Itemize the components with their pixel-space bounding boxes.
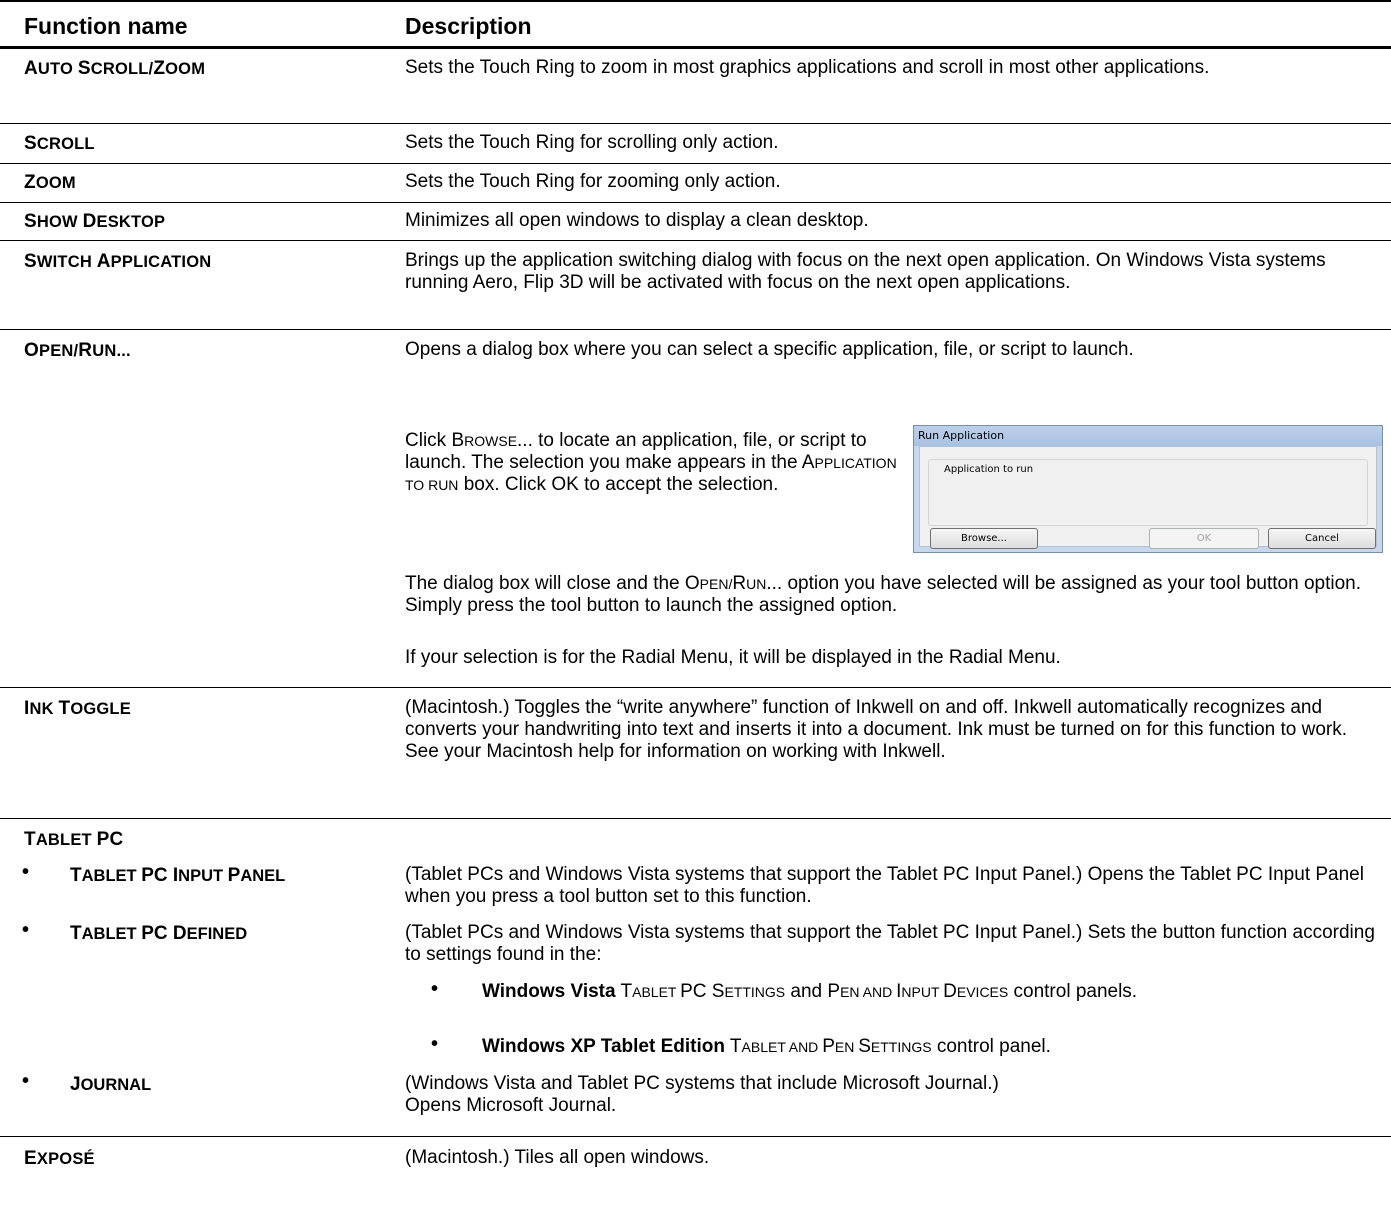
- row-divider: [0, 202, 1391, 203]
- function-expose: EXPOSÉ: [24, 1148, 95, 1169]
- description-expose: (Macintosh.) Tiles all open windows.: [405, 1147, 710, 1168]
- description-open-run: Opens a dialog box where you can select …: [405, 339, 1134, 360]
- run-application-dialog: Run Application Application to run Brows…: [913, 425, 1383, 553]
- description-journal: (Windows Vista and Tablet PC systems tha…: [405, 1073, 999, 1116]
- description-tablet-pc-defined: (Tablet PCs and Windows Vista systems th…: [405, 922, 1375, 965]
- function-tablet-pc-defined: TABLET PC DEFINED: [70, 923, 248, 944]
- function-journal: JOURNAL: [70, 1074, 152, 1095]
- windows-vista-settings: Windows Vista TABLET PC SETTINGS and PEN…: [482, 981, 1138, 1002]
- bullet: •: [22, 1070, 30, 1092]
- bullet: •: [22, 919, 30, 941]
- function-open-run: OPEN/RUN...: [24, 340, 131, 361]
- row-divider: [0, 163, 1391, 164]
- bullet: •: [431, 1033, 439, 1055]
- dialog-title: Run Application: [914, 426, 1382, 446]
- open-run-dialog-close-text: The dialog box will close and the OPEN/R…: [405, 573, 1361, 616]
- row-divider: [0, 329, 1391, 330]
- ok-button[interactable]: OK: [1149, 528, 1259, 549]
- description-switch-application: Brings up the application switching dial…: [405, 250, 1326, 293]
- bullet: •: [22, 861, 30, 883]
- function-switch-application: SWITCH APPLICATION: [24, 251, 212, 272]
- description-tablet-pc-input-panel: (Tablet PCs and Windows Vista systems th…: [405, 864, 1364, 907]
- windows-xp-settings: Windows XP Tablet Edition TABLET AND PEN…: [482, 1036, 1051, 1057]
- description-auto-scroll-zoom: Sets the Touch Ring to zoom in most grap…: [405, 57, 1210, 78]
- row-divider: [0, 240, 1391, 241]
- function-tablet-pc-input-panel: TABLET PC INPUT PANEL: [70, 865, 286, 886]
- function-scroll: SCROLL: [24, 133, 95, 154]
- description-scroll: Sets the Touch Ring for scrolling only a…: [405, 132, 779, 153]
- dialog-body: Application to run Browse... OK Cancel: [919, 446, 1377, 549]
- row-divider: [0, 1136, 1391, 1137]
- row-divider: [0, 123, 1391, 124]
- row-divider: [0, 818, 1391, 819]
- open-run-radial-text: If your selection is for the Radial Menu…: [405, 647, 1061, 668]
- function-ink-toggle: INK TOGGLE: [24, 698, 131, 719]
- open-run-browse-text: Click BROWSE... to locate an application…: [405, 430, 897, 495]
- header-rule: [0, 46, 1391, 49]
- function-zoom: ZOOM: [24, 172, 76, 193]
- row-divider: [0, 687, 1391, 688]
- description-zoom: Sets the Touch Ring for zooming only act…: [405, 171, 781, 192]
- bullet: •: [431, 978, 439, 1000]
- description-show-desktop: Minimizes all open windows to display a …: [405, 210, 869, 231]
- application-to-run-group: Application to run: [928, 459, 1368, 526]
- function-auto-scroll-zoom: AUTO SCROLL/ZOOM: [24, 58, 206, 79]
- header-description: Description: [405, 13, 532, 39]
- description-ink-toggle: (Macintosh.) Toggles the “write anywhere…: [405, 697, 1348, 762]
- function-show-desktop: SHOW DESKTOP: [24, 211, 166, 232]
- browse-button[interactable]: Browse...: [930, 528, 1038, 549]
- header-function-name: Function name: [24, 13, 188, 39]
- application-to-run-label: Application to run: [941, 464, 1037, 475]
- function-tablet-pc: TABLET PC: [24, 829, 124, 850]
- cancel-button[interactable]: Cancel: [1268, 528, 1376, 549]
- top-rule: [0, 0, 1391, 2]
